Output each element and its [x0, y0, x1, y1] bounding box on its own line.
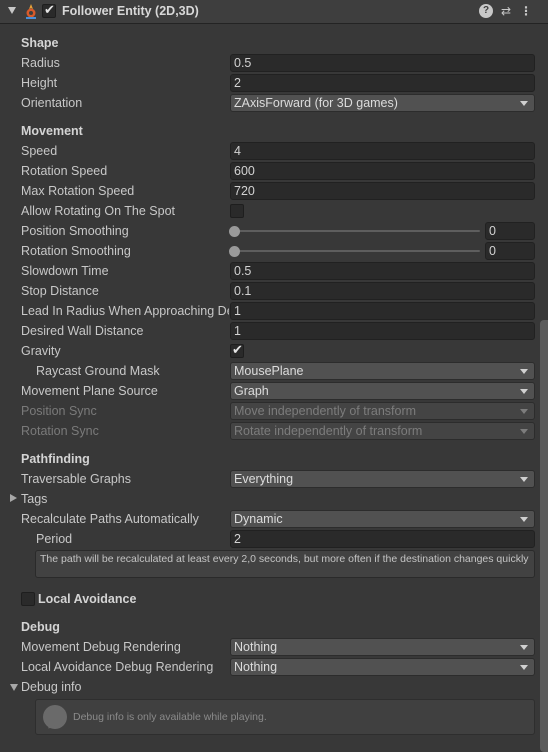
period-label: Period — [36, 532, 73, 546]
lead-in-radius-field[interactable]: 1 — [230, 302, 535, 320]
radius-label: Radius — [21, 56, 60, 70]
raycast-mask-value: MousePlane — [234, 364, 304, 378]
avoidance-debug-label: Local Avoidance Debug Rendering — [21, 660, 214, 674]
speed-field[interactable]: 4 — [230, 142, 535, 160]
position-smoothing-slider-track[interactable] — [232, 230, 480, 232]
position-sync-dropdown: Move independently of transform — [230, 402, 535, 420]
tags-label[interactable]: Tags — [21, 490, 47, 508]
rotation-sync-label: Rotation Sync — [21, 424, 99, 438]
component-fold-arrow-icon[interactable] — [8, 7, 16, 14]
lead-in-radius-label: Lead In Radius When Approaching Destinat… — [21, 304, 229, 318]
traversable-graphs-dropdown[interactable]: Everything — [230, 470, 535, 488]
movement-debug-value: Nothing — [234, 640, 278, 654]
stop-distance-field[interactable]: 0.1 — [230, 282, 535, 300]
allow-rotating-label: Allow Rotating On The Spot — [21, 204, 176, 218]
rotation-sync-value: Rotate independently of transform — [234, 424, 423, 438]
gravity-label: Gravity — [21, 344, 61, 358]
height-label: Height — [21, 76, 58, 90]
dropdown-arrow-icon — [520, 369, 528, 374]
stop-distance-label: Stop Distance — [21, 284, 99, 298]
debug-info-text: Debug info is only available while playi… — [73, 711, 267, 723]
position-smoothing-slider-handle[interactable] — [229, 226, 240, 237]
plane-source-label: Movement Plane Source — [21, 384, 158, 398]
avoidance-debug-dropdown[interactable]: Nothing — [230, 658, 535, 676]
component-enabled-checkbox[interactable]: ✔ — [42, 2, 56, 18]
traversable-graphs-value: Everything — [234, 472, 294, 486]
local-avoidance-label: Local Avoidance — [38, 592, 137, 606]
dropdown-arrow-icon — [520, 477, 528, 482]
recalculate-paths-value: Dynamic — [234, 512, 283, 526]
follower-entity-icon — [26, 4, 36, 19]
local-avoidance-checkbox[interactable] — [21, 592, 35, 606]
debug-heading: Debug — [21, 620, 60, 634]
recalculate-help-box: The path will be recalculated at least e… — [35, 550, 535, 578]
dropdown-arrow-icon — [520, 409, 528, 414]
max-rotation-speed-field[interactable]: 720 — [230, 182, 535, 200]
height-field[interactable]: 2 — [230, 74, 535, 92]
movement-debug-label: Movement Debug Rendering — [21, 640, 181, 654]
rotation-smoothing-field[interactable]: 0 — [485, 242, 535, 260]
debug-info-box: Debug info is only available while playi… — [35, 699, 535, 735]
pathfinding-heading: Pathfinding — [21, 452, 90, 466]
desired-wall-distance-label: Desired Wall Distance — [21, 324, 144, 338]
dropdown-arrow-icon — [520, 645, 528, 650]
period-field[interactable]: 2 — [230, 530, 535, 548]
rotation-smoothing-slider-handle[interactable] — [229, 246, 240, 257]
speed-label: Speed — [21, 144, 58, 158]
raycast-mask-label: Raycast Ground Mask — [36, 364, 160, 378]
debug-info-foldout-arrow-icon[interactable] — [10, 684, 18, 691]
rotation-sync-dropdown: Rotate independently of transform — [230, 422, 535, 440]
shape-heading: Shape — [21, 36, 59, 50]
avoidance-debug-value: Nothing — [234, 660, 278, 674]
desired-wall-distance-field[interactable]: 1 — [230, 322, 535, 340]
raycast-mask-dropdown[interactable]: MousePlane — [230, 362, 535, 380]
position-sync-label: Position Sync — [21, 404, 97, 418]
check-icon: ✔ — [232, 342, 243, 357]
dropdown-arrow-icon — [520, 665, 528, 670]
tags-foldout-arrow-icon[interactable] — [10, 494, 17, 502]
vertical-scrollbar[interactable] — [540, 320, 548, 752]
rotation-smoothing-label: Rotation Smoothing — [21, 244, 131, 258]
position-sync-value: Move independently of transform — [234, 404, 417, 418]
gravity-checkbox[interactable]: ✔ — [230, 342, 244, 358]
debug-info-label[interactable]: Debug info — [21, 678, 81, 696]
rotation-speed-label: Rotation Speed — [21, 164, 108, 178]
check-icon: ✔ — [44, 2, 55, 17]
dropdown-arrow-icon — [520, 429, 528, 434]
movement-debug-dropdown[interactable]: Nothing — [230, 638, 535, 656]
question-circle-icon[interactable]: ? — [479, 4, 493, 18]
orientation-value: ZAxisForward (for 3D games) — [234, 96, 398, 110]
position-smoothing-field[interactable]: 0 — [485, 222, 535, 240]
position-smoothing-label: Position Smoothing — [21, 224, 129, 238]
sliders-icon[interactable]: ⇄ — [499, 4, 513, 18]
speech-bubble-icon — [43, 705, 67, 729]
rotation-speed-field[interactable]: 600 — [230, 162, 535, 180]
movement-heading: Movement — [21, 124, 83, 138]
radius-field[interactable]: 0.5 — [230, 54, 535, 72]
rotation-smoothing-slider-track[interactable] — [232, 250, 480, 252]
recalculate-paths-dropdown[interactable]: Dynamic — [230, 510, 535, 528]
slowdown-time-field[interactable]: 0.5 — [230, 262, 535, 280]
traversable-graphs-label: Traversable Graphs — [21, 472, 131, 486]
kebab-menu-icon[interactable]: ⋮ — [519, 4, 533, 18]
max-rotation-speed-label: Max Rotation Speed — [21, 184, 135, 198]
recalculate-paths-label: Recalculate Paths Automatically — [21, 512, 199, 526]
plane-source-dropdown[interactable]: Graph — [230, 382, 535, 400]
component-title: Follower Entity (2D,3D) — [62, 4, 199, 18]
plane-source-value: Graph — [234, 384, 269, 398]
orientation-label: Orientation — [21, 96, 83, 110]
component-header: ✔ Follower Entity (2D,3D) ? ⇄ ⋮ — [0, 0, 548, 24]
orientation-dropdown[interactable]: ZAxisForward (for 3D games) — [230, 94, 535, 112]
dropdown-arrow-icon — [520, 101, 528, 106]
dropdown-arrow-icon — [520, 389, 528, 394]
dropdown-arrow-icon — [520, 517, 528, 522]
slowdown-time-label: Slowdown Time — [21, 264, 109, 278]
allow-rotating-checkbox[interactable] — [230, 204, 244, 218]
